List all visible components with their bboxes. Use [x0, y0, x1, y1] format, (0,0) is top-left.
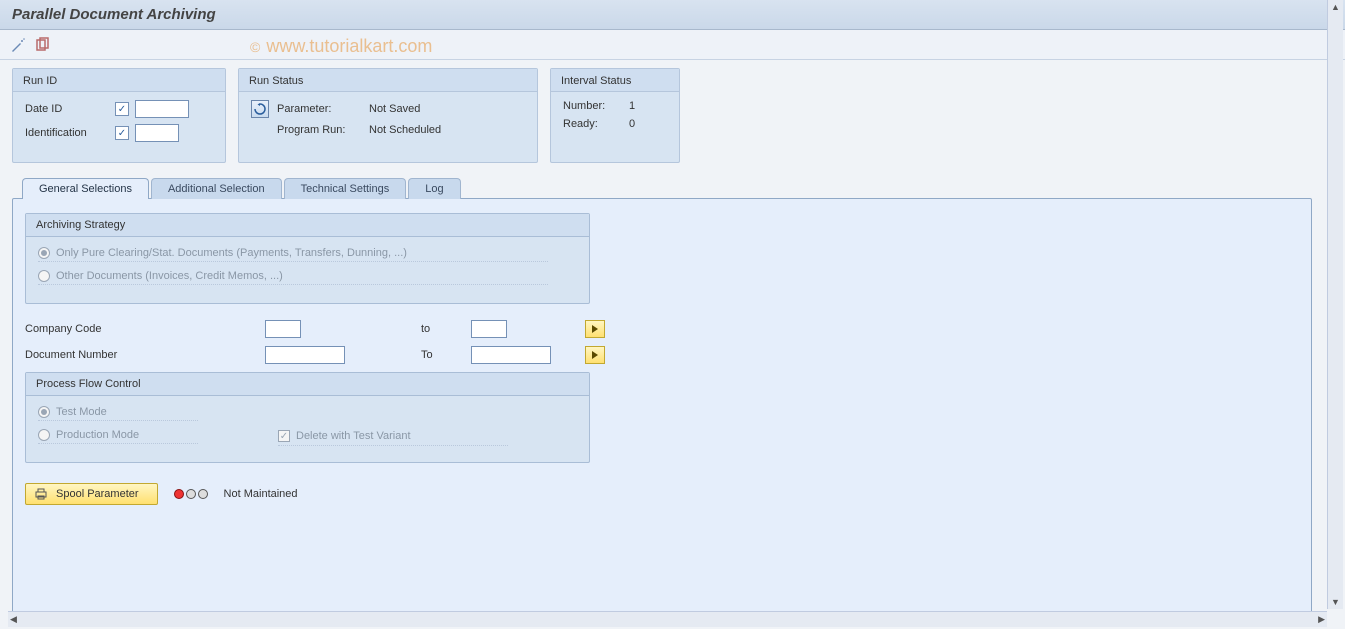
document-number-multi-button[interactable] [585, 346, 605, 364]
scroll-left-icon[interactable]: ◀ [10, 614, 17, 625]
checkbox-icon: ✓ [278, 430, 290, 442]
spool-parameter-button[interactable]: Spool Parameter [25, 483, 158, 505]
company-code-multi-button[interactable] [585, 320, 605, 338]
arch-option-pure-clearing[interactable]: Only Pure Clearing/Stat. Documents (Paym… [38, 247, 548, 262]
interval-number-label: Number: [563, 100, 623, 112]
archiving-strategy-group: Archiving Strategy Only Pure Clearing/St… [25, 213, 590, 304]
title-bar: Parallel Document Archiving [0, 0, 1345, 30]
traffic-light-icon [174, 489, 208, 499]
run-id-panel: Run ID Date ID ✓ Identification ✓ [12, 68, 226, 163]
document-number-label: Document Number [25, 349, 265, 361]
run-status-title: Run Status [239, 69, 537, 92]
spool-status: Not Maintained [224, 488, 298, 500]
parameter-label: Parameter: [277, 103, 369, 115]
identification-check-icon[interactable]: ✓ [115, 126, 129, 140]
spool-parameter-label: Spool Parameter [56, 488, 139, 500]
printer-icon [34, 487, 48, 501]
company-code-from-input[interactable] [265, 320, 301, 338]
identification-label: Identification [25, 127, 109, 139]
date-id-check-icon[interactable]: ✓ [115, 102, 129, 116]
horizontal-scrollbar[interactable]: ◀ ▶ [8, 611, 1327, 627]
document-number-to-label: To [421, 349, 471, 361]
tab-general-selections[interactable]: General Selections [22, 178, 149, 199]
copy-icon[interactable] [34, 37, 50, 53]
archiving-strategy-title: Archiving Strategy [26, 214, 589, 237]
date-id-input[interactable] [135, 100, 189, 118]
interval-status-panel: Interval Status Number: 1 Ready: 0 [550, 68, 680, 163]
company-code-to-label: to [421, 323, 471, 335]
tab-technical-settings[interactable]: Technical Settings [284, 178, 407, 199]
pfc-delete-variant-label: Delete with Test Variant [296, 430, 411, 442]
tab-pane-general: Archiving Strategy Only Pure Clearing/St… [12, 198, 1312, 618]
scroll-up-icon[interactable]: ▲ [1331, 2, 1340, 12]
page-title: Parallel Document Archiving [12, 6, 1333, 23]
pfc-production-mode[interactable]: Production Mode [38, 429, 198, 444]
radio-icon [38, 247, 50, 259]
identification-input[interactable] [135, 124, 179, 142]
run-status-panel: Run Status Parameter: Not Saved Program … [238, 68, 538, 163]
tab-log[interactable]: Log [408, 178, 460, 199]
document-number-row: Document Number To [25, 346, 605, 364]
process-flow-group: Process Flow Control Test Mode Productio… [25, 372, 590, 463]
interval-status-title: Interval Status [551, 69, 679, 92]
arch-option-pure-clearing-label: Only Pure Clearing/Stat. Documents (Paym… [56, 247, 407, 259]
spool-row: Spool Parameter Not Maintained [25, 483, 1299, 505]
scroll-down-icon[interactable]: ▼ [1331, 597, 1340, 607]
toolbar [0, 30, 1345, 60]
vertical-scrollbar[interactable]: ▲ ▼ [1327, 0, 1343, 609]
process-flow-title: Process Flow Control [26, 373, 589, 396]
arch-option-other-docs-label: Other Documents (Invoices, Credit Memos,… [56, 270, 283, 282]
run-id-title: Run ID [13, 69, 225, 92]
pfc-production-mode-label: Production Mode [56, 429, 139, 441]
summary-panels: Run ID Date ID ✓ Identification ✓ Run St… [12, 68, 1333, 163]
parameter-value: Not Saved [369, 103, 420, 115]
pfc-test-mode-label: Test Mode [56, 406, 107, 418]
wand-icon[interactable] [10, 37, 26, 53]
date-id-label: Date ID [25, 103, 109, 115]
arrow-right-icon [590, 350, 600, 360]
status-refresh-icon[interactable] [251, 100, 269, 118]
scroll-right-icon[interactable]: ▶ [1318, 614, 1325, 625]
pfc-test-mode[interactable]: Test Mode [38, 406, 198, 421]
tab-strip: General Selections Additional Selection … [22, 177, 1333, 198]
arrow-right-icon [590, 324, 600, 334]
company-code-label: Company Code [25, 323, 265, 335]
document-number-to-input[interactable] [471, 346, 551, 364]
tab-additional-selection[interactable]: Additional Selection [151, 178, 282, 199]
pfc-delete-variant[interactable]: ✓ Delete with Test Variant [278, 429, 508, 446]
program-run-label: Program Run: [277, 124, 369, 136]
company-code-to-input[interactable] [471, 320, 507, 338]
radio-icon [38, 270, 50, 282]
interval-ready-value: 0 [629, 118, 635, 130]
document-number-from-input[interactable] [265, 346, 345, 364]
interval-number-value: 1 [629, 100, 635, 112]
radio-icon [38, 429, 50, 441]
radio-icon [38, 406, 50, 418]
arch-option-other-docs[interactable]: Other Documents (Invoices, Credit Memos,… [38, 270, 548, 285]
company-code-row: Company Code to [25, 320, 605, 338]
interval-ready-label: Ready: [563, 118, 623, 130]
program-run-value: Not Scheduled [369, 124, 441, 136]
main-content: Run ID Date ID ✓ Identification ✓ Run St… [0, 60, 1345, 626]
